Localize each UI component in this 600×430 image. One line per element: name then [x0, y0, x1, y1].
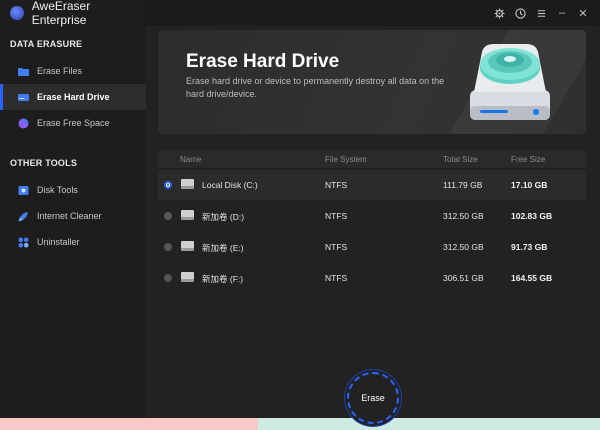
drive-icon	[181, 210, 194, 220]
bottom-bar	[0, 418, 600, 430]
free-size: 164.55 GB	[511, 273, 553, 283]
table-row[interactable]: 新加卷 (E:) NTFS 312.50 GB 91.73 GB	[158, 232, 586, 262]
sidebar-item-disk-tools[interactable]: Disk Tools	[0, 177, 146, 203]
gear-icon[interactable]	[492, 6, 506, 20]
disk-tools-icon	[18, 185, 29, 196]
sidebar-item-internet-cleaner[interactable]: Internet Cleaner	[0, 203, 146, 229]
table-row[interactable]: Local Disk (C:) NTFS 111.79 GB 17.10 GB	[158, 170, 586, 200]
drive-name: 新加卷 (F:)	[202, 274, 244, 284]
drive-name: 新加卷 (E:)	[202, 243, 244, 253]
table-row[interactable]: 新加卷 (F:) NTFS 306.51 GB 164.55 GB	[158, 263, 586, 293]
hero-banner: Erase Hard Drive Erase hard drive or dev…	[158, 30, 586, 134]
pie-icon	[18, 118, 29, 129]
total-size: 312.50 GB	[443, 211, 484, 221]
window-controls: – ✕	[492, 6, 590, 20]
free-size: 91.73 GB	[511, 242, 548, 252]
sidebar-item-label: Erase Hard Drive	[37, 92, 110, 102]
sidebar-item-label: Erase Free Space	[37, 118, 110, 128]
radio-button[interactable]	[164, 274, 172, 282]
sidebar-item-label: Internet Cleaner	[37, 211, 102, 221]
column-header-file-system: File System	[325, 155, 367, 164]
file-system: NTFS	[325, 242, 348, 252]
table-row[interactable]: 新加卷 (D:) NTFS 312.50 GB 102.83 GB	[158, 201, 586, 231]
drive-icon	[181, 272, 194, 282]
sidebar-item-label: Uninstaller	[37, 237, 80, 247]
file-system: NTFS	[325, 273, 348, 283]
sidebar-item-label: Erase Files	[37, 66, 83, 76]
column-header-name: Name	[180, 155, 202, 164]
radio-button[interactable]	[164, 212, 172, 220]
free-size: 102.83 GB	[511, 211, 553, 221]
free-size: 17.10 GB	[511, 180, 548, 190]
column-header-total-size: Total Size	[443, 155, 478, 164]
total-size: 111.79 GB	[443, 180, 483, 190]
radio-button[interactable]	[164, 181, 172, 189]
main-panel: Erase Hard Drive Erase hard drive or dev…	[146, 26, 600, 418]
rocket-icon	[18, 211, 29, 222]
file-system: NTFS	[325, 180, 348, 190]
sidebar-item-label: Disk Tools	[37, 185, 78, 195]
sidebar: AweEraser Enterprise DATA ERASURE Erase …	[0, 0, 146, 418]
app-header: AweEraser Enterprise	[0, 0, 146, 27]
page-title: Erase Hard Drive	[186, 51, 340, 72]
clock-icon[interactable]	[513, 6, 527, 20]
app-logo-icon	[10, 6, 24, 20]
hard-drive-illustration-icon	[470, 44, 550, 120]
menu-icon[interactable]	[534, 6, 548, 20]
sidebar-item-erase-hard-drive[interactable]: Erase Hard Drive	[0, 84, 146, 110]
total-size: 312.50 GB	[443, 242, 484, 252]
sidebar-item-uninstaller[interactable]: Uninstaller	[0, 229, 146, 255]
radio-button[interactable]	[164, 243, 172, 251]
drive-name: Local Disk (C:)	[202, 180, 258, 190]
section-title-data-erasure: DATA ERASURE	[10, 39, 83, 49]
minimize-button[interactable]: –	[555, 6, 569, 20]
folder-icon	[18, 66, 29, 77]
file-system: NTFS	[325, 211, 348, 221]
bottom-bar-left	[0, 418, 258, 430]
section-title-other-tools: OTHER TOOLS	[10, 158, 78, 168]
apps-icon	[18, 237, 29, 248]
drive-icon	[18, 92, 29, 103]
erase-button[interactable]: Erase	[347, 372, 399, 424]
total-size: 306.51 GB	[443, 273, 484, 283]
bottom-bar-right	[258, 418, 600, 430]
sidebar-item-erase-free-space[interactable]: Erase Free Space	[0, 110, 146, 136]
drive-icon	[181, 241, 194, 251]
app-title: AweEraser Enterprise	[31, 0, 91, 27]
page-description: Erase hard drive or device to permanentl…	[186, 76, 445, 99]
column-header-free-size: Free Size	[511, 155, 546, 164]
drive-name: 新加卷 (D:)	[202, 212, 245, 222]
table-header: Name File System Total Size Free Size	[158, 150, 586, 168]
drive-icon	[181, 179, 194, 189]
sidebar-item-erase-files[interactable]: Erase Files	[0, 58, 146, 84]
close-button[interactable]: ✕	[576, 6, 590, 20]
